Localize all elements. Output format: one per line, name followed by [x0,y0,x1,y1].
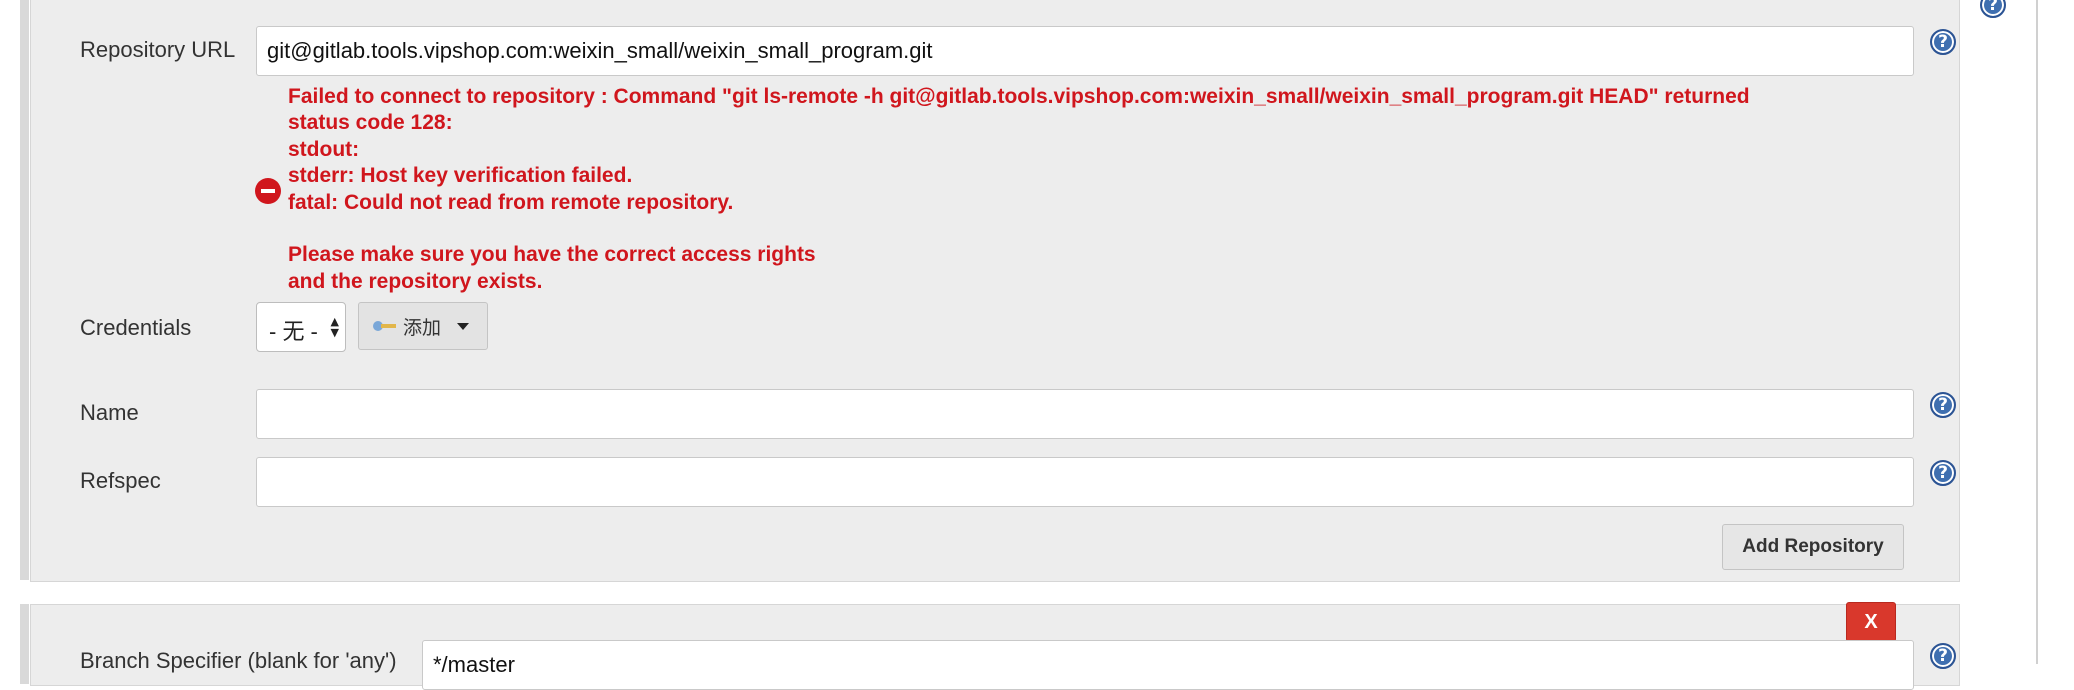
branch-panel-bar [20,604,29,684]
name-help-icon[interactable]: ? [1930,392,1956,418]
error-line: Failed to connect to repository : Comman… [288,85,1750,108]
repository-url-label: Repository URL [80,37,236,62]
error-line: stdout: [288,137,360,161]
add-credentials-button[interactable]: 添加 [358,302,488,350]
add-credentials-label: 添加 [403,317,442,339]
connection-error-message: Failed to connect to repository : Comman… [288,84,1908,295]
credentials-label: Credentials [80,315,192,340]
error-line: Please make sure you have the correct ac… [288,243,816,267]
refspec-label: Refspec [80,468,161,493]
error-line: stderr: Host key verification failed. [288,164,633,188]
error-line: and the repository exists. [288,269,543,293]
repository-url-help-icon[interactable]: ? [1930,29,1956,55]
credentials-select[interactable]: - 无 - ▲ ▼ [256,302,346,352]
help-icon-top[interactable]: ? [1980,0,2006,18]
error-line: fatal: Could not read from remote reposi… [288,190,734,214]
caret-down-icon [457,322,470,330]
refspec-input[interactable] [256,457,1914,507]
add-repository-button[interactable]: Add Repository [1722,524,1904,570]
repository-panel-bar [20,0,29,580]
delete-branch-button[interactable]: X [1846,602,1896,642]
select-arrows-icon: ▲ ▼ [330,315,339,339]
credentials-selected-value: - 无 - [269,319,318,344]
repository-url-input[interactable]: git@gitlab.tools.vipshop.com:weixin_smal… [256,26,1914,76]
refspec-help-icon[interactable]: ? [1930,460,1956,486]
error-line: status code 128: [288,111,453,135]
delete-branch-label: X [1864,610,1878,633]
branch-specifier-label: Branch Specifier (blank for 'any') [80,648,397,673]
right-divider [2036,0,2038,664]
branch-specifier-input[interactable]: */master [422,640,1914,690]
error-line [288,216,1908,242]
name-input[interactable] [256,389,1914,439]
branch-help-icon[interactable]: ? [1930,643,1956,669]
name-label: Name [80,400,139,425]
add-repository-label: Add Repository [1742,536,1884,557]
error-icon [255,178,281,204]
key-icon [373,320,397,332]
